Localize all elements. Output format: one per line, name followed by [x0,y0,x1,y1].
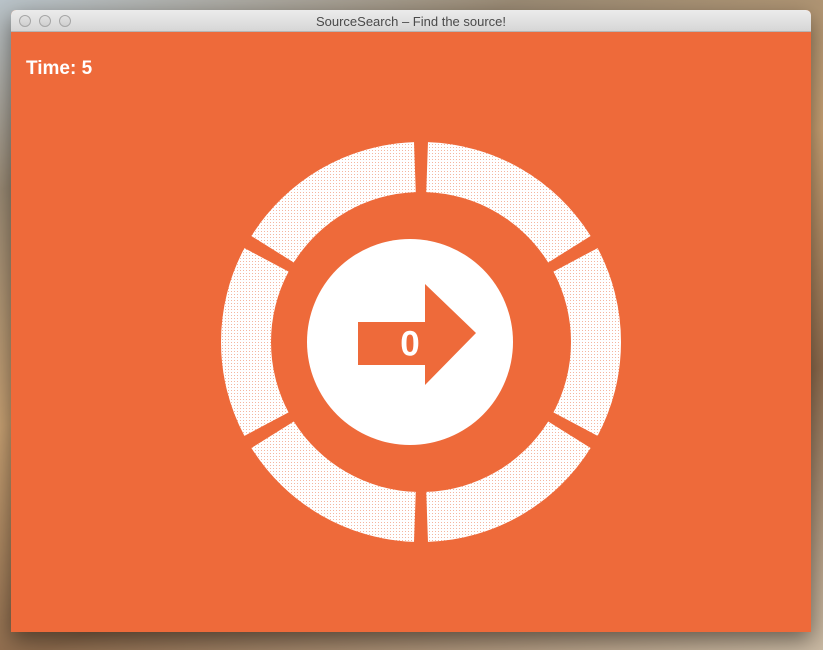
window-title: SourceSearch – Find the source! [315,14,507,29]
ring-segment-top-right[interactable] [426,142,591,263]
game-canvas[interactable]: Time: 5 0 [11,32,811,632]
ring-segment-bottom-right[interactable] [426,421,591,542]
app-window: SourceSearch – Find the source! Time: 5 … [11,10,811,632]
direction-dial: 0 [220,142,622,542]
title-bar[interactable]: SourceSearch – Find the source! [11,10,811,32]
score-value: 0 [400,324,419,363]
ring-segment-right[interactable] [553,248,622,436]
ring-segment-left[interactable] [220,248,289,436]
